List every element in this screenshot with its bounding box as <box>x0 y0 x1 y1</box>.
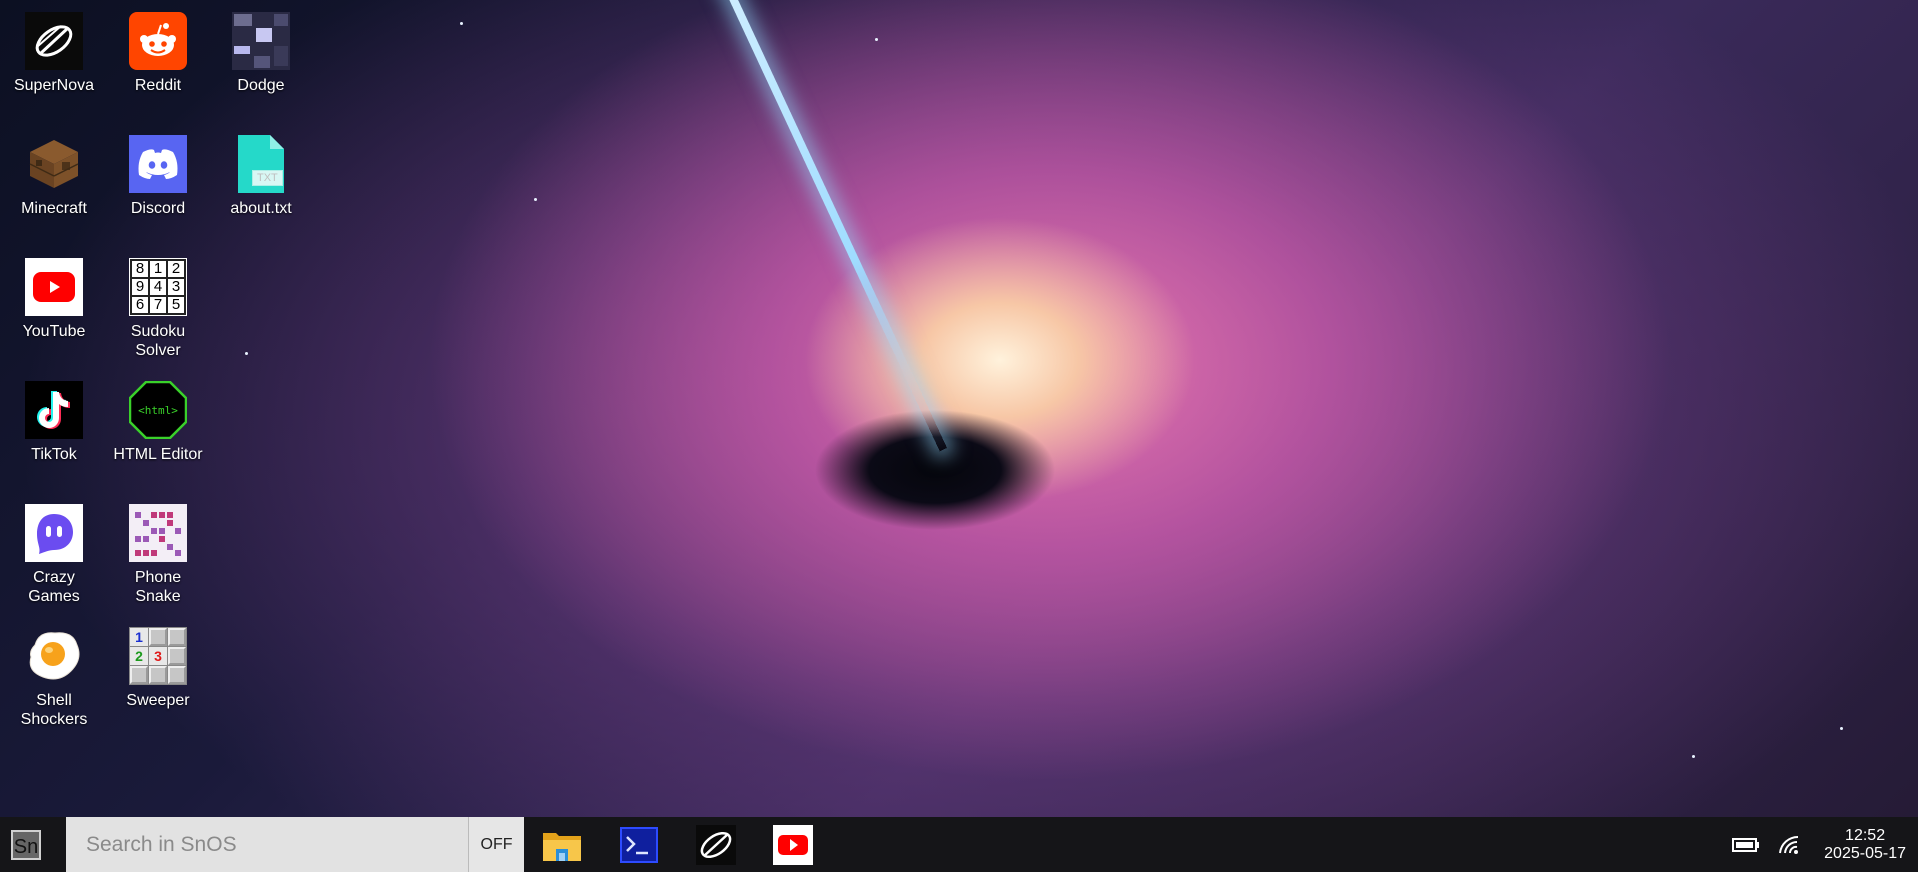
sweeper-cell <box>149 666 167 684</box>
battery-icon[interactable] <box>1732 837 1760 853</box>
wallpaper-star <box>460 22 463 25</box>
minecraft-icon <box>25 135 83 193</box>
desktop-icon-label: Minecraft <box>21 200 87 217</box>
sudoku-cell: 8 <box>132 261 148 277</box>
desktop-icon-minecraft[interactable]: Minecraft <box>4 135 104 218</box>
desktop-icon-phone-snake[interactable]: Phone Snake <box>108 504 208 606</box>
sudoku-cell: 1 <box>150 261 166 277</box>
sudoku-cell: 9 <box>132 279 148 295</box>
discord-icon <box>129 135 187 193</box>
sweeper-number-3: 3 <box>149 647 167 665</box>
pinned-file-explorer[interactable] <box>542 825 582 865</box>
desktop-icon-label: about.txt <box>230 200 292 217</box>
youtube-icon <box>25 258 83 316</box>
desktop-icon-label: Crazy Games <box>28 569 80 605</box>
desktop-icon-label: SuperNova <box>13 77 95 94</box>
desktop-icon-sudoku-solver[interactable]: 8 1 2 9 4 3 6 7 5 Sudoku Solver <box>108 258 208 360</box>
wallpaper-light-beam <box>720 0 948 452</box>
sweeper-cell <box>149 628 167 646</box>
desktop-icon-about-txt[interactable]: TXT about.txt <box>211 135 311 218</box>
sweeper-cell <box>130 666 148 684</box>
sudoku-cell: 4 <box>150 279 166 295</box>
start-logo: Sn <box>11 829 41 860</box>
terminal-icon <box>620 826 658 863</box>
pinned-youtube[interactable] <box>773 824 813 865</box>
desktop-icon-supernova[interactable]: SuperNova <box>4 12 104 95</box>
sweeper-number-2: 2 <box>130 647 148 665</box>
taskbar: Sn OFF <box>0 817 1918 872</box>
clock-date: 2025-05-17 <box>1824 844 1906 862</box>
reddit-icon <box>129 12 187 70</box>
desktop-icon-label: TikTok <box>31 446 77 463</box>
wallpaper-star <box>245 352 248 355</box>
sweeper-cell <box>168 628 186 646</box>
desktop-icon-tiktok[interactable]: TikTok <box>4 381 104 464</box>
desktop-icon-label: Sudoku Solver <box>130 323 186 359</box>
desktop-icon-label: Reddit <box>134 77 182 94</box>
desktop-icon-sweeper[interactable]: 1 2 3 Sweeper <box>108 627 208 710</box>
desktop-icon-label: Shell Shockers <box>20 692 88 728</box>
shell-shockers-icon <box>25 627 83 685</box>
toggle-label: OFF <box>480 835 513 853</box>
wallpaper-star <box>1840 727 1843 730</box>
desktop-icon-shell-shockers[interactable]: Shell Shockers <box>4 627 104 729</box>
youtube-icon <box>773 824 813 865</box>
file-explorer-icon <box>543 832 581 861</box>
html-editor-icon: <html> <box>129 381 187 439</box>
sudoku-icon: 8 1 2 9 4 3 6 7 5 <box>129 258 187 316</box>
desktop-icon-reddit[interactable]: Reddit <box>108 12 208 95</box>
desktop-icon-label: YouTube <box>22 323 86 340</box>
sweeper-cell <box>168 647 186 665</box>
start-button[interactable]: Sn <box>0 817 52 872</box>
desktop-icon-html-editor[interactable]: <html> HTML Editor <box>108 381 208 464</box>
txt-file-icon: TXT <box>232 135 290 193</box>
wallpaper-star <box>534 198 537 201</box>
desktop-icon-crazy-games[interactable]: Crazy Games <box>4 504 104 606</box>
sudoku-cell: 2 <box>168 261 184 277</box>
desktop-icon-label: Sweeper <box>126 692 190 709</box>
supernova-icon <box>696 824 736 865</box>
desktop-icon-discord[interactable]: Discord <box>108 135 208 218</box>
pinned-supernova[interactable] <box>696 824 736 865</box>
phone-snake-icon <box>129 504 187 562</box>
dodge-icon <box>232 12 290 70</box>
search-toggle-button[interactable]: OFF <box>468 817 524 872</box>
crazy-games-icon <box>25 504 83 562</box>
desktop-icon-label: Phone Snake <box>134 569 182 605</box>
system-tray: 12:52 2025-05-17 <box>1732 817 1918 872</box>
sudoku-cell: 7 <box>150 297 166 313</box>
desktop-icon-label: Dodge <box>237 77 285 94</box>
wallpaper-star <box>1692 755 1695 758</box>
wallpaper-star <box>875 38 878 41</box>
txt-badge: TXT <box>252 170 283 186</box>
minesweeper-icon: 1 2 3 <box>129 627 187 685</box>
desktop-icon-youtube[interactable]: YouTube <box>4 258 104 341</box>
clock[interactable]: 12:52 2025-05-17 <box>1824 827 1906 863</box>
search-input[interactable] <box>66 817 468 872</box>
wifi-icon[interactable] <box>1778 835 1800 855</box>
pinned-terminal[interactable] <box>619 825 659 865</box>
clock-time: 12:52 <box>1845 826 1886 844</box>
desktop-icon-label: HTML Editor <box>113 446 203 463</box>
supernova-icon <box>25 12 83 70</box>
html-badge: <html> <box>138 403 178 417</box>
sudoku-cell: 6 <box>132 297 148 313</box>
sudoku-cell: 5 <box>168 297 184 313</box>
tiktok-icon <box>25 381 83 439</box>
desktop-icon-dodge[interactable]: Dodge <box>211 12 311 95</box>
sweeper-number-1: 1 <box>130 628 148 646</box>
sweeper-cell <box>168 666 186 684</box>
sudoku-cell: 3 <box>168 279 184 295</box>
desktop-icon-label: Discord <box>130 200 186 217</box>
